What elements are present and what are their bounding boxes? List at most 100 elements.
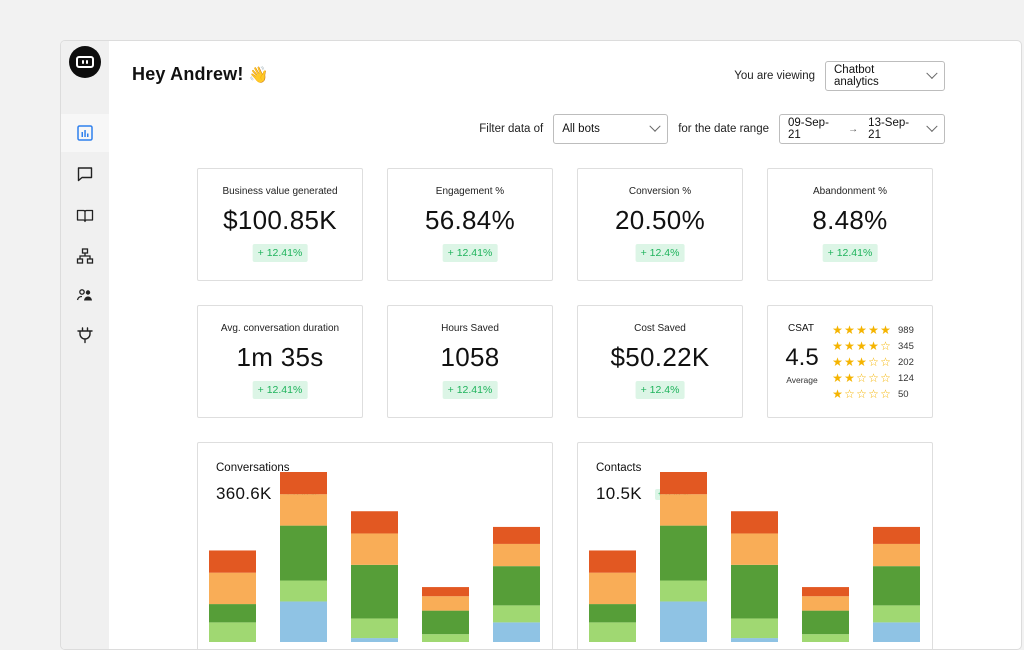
bar-segment-3-segment-2 xyxy=(731,618,778,639)
sidebar-item-users[interactable] xyxy=(61,276,109,314)
kpi-card-business-value: Business value generated $100.85K + 12.4… xyxy=(197,168,363,281)
bar-segment-3-segment-3 xyxy=(731,564,778,619)
rating-count: 124 xyxy=(898,372,914,384)
greeting-text: Hey Andrew! xyxy=(132,64,244,84)
bar-segment-5-segment-1 xyxy=(873,622,920,642)
kpi-label: Abandonment % xyxy=(813,186,887,197)
star-empty-icon: ☆ xyxy=(880,355,891,369)
bar-segment-5-segment-3 xyxy=(873,566,920,606)
date-range-picker[interactable]: 09-Sep-21 → 13-Sep-21 xyxy=(779,114,945,144)
kpi-card-conversion: Conversion % 20.50% + 12.4% xyxy=(577,168,743,281)
bar-segment-4-segment-3 xyxy=(422,610,469,635)
csat-card: CSAT 4.5 Average ★ ★ ★ ★ ★ 989 ★ ★ ★ ★ ☆ 345 ★ ★ ★ ☆ ☆ 20… xyxy=(767,305,933,418)
arrow-right-icon: → xyxy=(848,123,859,135)
main-content: Hey Andrew! 👋 You are viewing Chatbot an… xyxy=(109,41,1021,649)
star-empty-icon: ☆ xyxy=(844,387,855,401)
sidebar-item-knowledge-base[interactable] xyxy=(61,197,109,235)
bar-segment-5-segment-2 xyxy=(493,605,540,623)
kpi-label: Business value generated xyxy=(222,186,338,197)
bot-select[interactable]: All bots xyxy=(553,114,669,144)
star-empty-icon: ☆ xyxy=(868,371,879,385)
star-filled-icon: ★ xyxy=(832,355,843,369)
bar-segment-4-segment-4 xyxy=(802,596,849,611)
robot-face-icon xyxy=(76,56,94,68)
bar-segment-2-segment-3 xyxy=(280,525,327,581)
rating-row: ★ ★ ☆ ☆ ☆ 124 xyxy=(832,370,914,386)
hierarchy-icon xyxy=(76,248,94,264)
kpi-change-badge: + 12.41% xyxy=(442,381,498,399)
date-range-values: 09-Sep-21 → 13-Sep-21 xyxy=(788,117,918,141)
star-filled-icon: ★ xyxy=(856,323,867,337)
app-window: Hey Andrew! 👋 You are viewing Chatbot an… xyxy=(60,40,1022,650)
sidebar-item-flows[interactable] xyxy=(61,237,109,275)
bar-segment-3-segment-4 xyxy=(731,533,778,565)
star-filled-icon: ★ xyxy=(832,387,843,401)
kpi-change-badge: + 12.41% xyxy=(822,244,878,262)
star-empty-icon: ☆ xyxy=(880,371,891,385)
view-select-value: Chatbot analytics xyxy=(834,64,879,88)
star-filled-icon: ★ xyxy=(832,323,843,337)
bar-segment-5-segment-4 xyxy=(873,543,920,567)
contacts-chart-card: Contacts 10.5K + 12.42% xyxy=(577,442,933,649)
chevron-down-icon xyxy=(926,67,938,79)
rating-count: 50 xyxy=(898,388,909,400)
kpi-value: 56.84% xyxy=(425,205,515,235)
bar-segment-5-segment-2 xyxy=(873,605,920,623)
chatbot-logo[interactable] xyxy=(69,46,101,78)
rating-row: ★ ★ ★ ☆ ☆ 202 xyxy=(832,354,914,370)
bar-segment-1-segment-3 xyxy=(209,604,256,623)
kpi-card-abandonment: Abandonment % 8.48% + 12.41% xyxy=(767,168,933,281)
date-from: 09-Sep-21 xyxy=(788,117,829,141)
bar-segment-5-segment-4 xyxy=(493,543,540,567)
bar-segment-4-segment-5 xyxy=(422,587,469,597)
bar-segment-2-segment-5 xyxy=(280,472,327,495)
bar-segment-3-segment-4 xyxy=(351,533,398,565)
users-icon xyxy=(76,289,92,301)
sidebar-item-analytics[interactable] xyxy=(61,114,109,152)
star-filled-icon: ★ xyxy=(868,339,879,353)
bar-segment-2-segment-5 xyxy=(660,472,707,495)
bar-segment-2-segment-1 xyxy=(280,601,327,642)
bar-chart-icon xyxy=(77,125,93,141)
bar-segment-4-segment-2 xyxy=(422,634,469,642)
bar-segment-1-segment-3 xyxy=(589,604,636,623)
view-select[interactable]: Chatbot analytics xyxy=(825,61,945,91)
kpi-label: Cost Saved xyxy=(634,323,686,334)
bar-segment-5-segment-5 xyxy=(873,526,920,544)
bar-segment-3-segment-3 xyxy=(351,564,398,619)
bar-segment-3-segment-2 xyxy=(351,618,398,639)
bar-segment-1-segment-4 xyxy=(589,572,636,605)
star-empty-icon: ☆ xyxy=(868,387,879,401)
bar-segment-5-segment-5 xyxy=(493,526,540,544)
bar-segment-2-segment-4 xyxy=(660,494,707,526)
contacts-bar-chart xyxy=(589,472,920,642)
conversations-bar-chart xyxy=(209,472,540,642)
bar-segment-3-segment-1 xyxy=(351,638,398,642)
kpi-value: $50.22K xyxy=(610,342,710,372)
kpi-change-badge: + 12.4% xyxy=(635,244,685,262)
star-rating: ★ ☆ ☆ ☆ ☆ xyxy=(832,388,891,400)
star-rating: ★ ★ ★ ☆ ☆ xyxy=(832,356,891,368)
filter-bar: Filter data of All bots for the date ran… xyxy=(479,114,945,144)
star-filled-icon: ★ xyxy=(880,323,891,337)
kpi-card-engagement: Engagement % 56.84% + 12.41% xyxy=(387,168,553,281)
bar-segment-5-segment-1 xyxy=(493,622,540,642)
kpi-value: $100.85K xyxy=(223,205,337,235)
chevron-down-icon xyxy=(649,120,661,132)
view-selector-group: You are viewing Chatbot analytics xyxy=(734,61,945,91)
kpi-card-cost-saved: Cost Saved $50.22K + 12.4% xyxy=(577,305,743,418)
sidebar-item-conversations[interactable] xyxy=(61,155,109,193)
rating-count: 345 xyxy=(898,340,914,352)
csat-title: CSAT xyxy=(788,323,814,334)
bar-segment-5-segment-3 xyxy=(493,566,540,606)
bar-segment-4-segment-5 xyxy=(802,587,849,597)
kpi-change-badge: + 12.41% xyxy=(252,244,308,262)
kpi-label: Engagement % xyxy=(435,186,505,197)
star-filled-icon: ★ xyxy=(844,323,855,337)
star-empty-icon: ☆ xyxy=(880,339,891,353)
sidebar-item-integrations[interactable] xyxy=(61,316,109,354)
bar-segment-2-segment-1 xyxy=(660,601,707,642)
bar-segment-4-segment-2 xyxy=(802,634,849,642)
kpi-change-badge: + 12.41% xyxy=(252,381,308,399)
rating-row: ★ ★ ★ ★ ☆ 345 xyxy=(832,338,914,354)
